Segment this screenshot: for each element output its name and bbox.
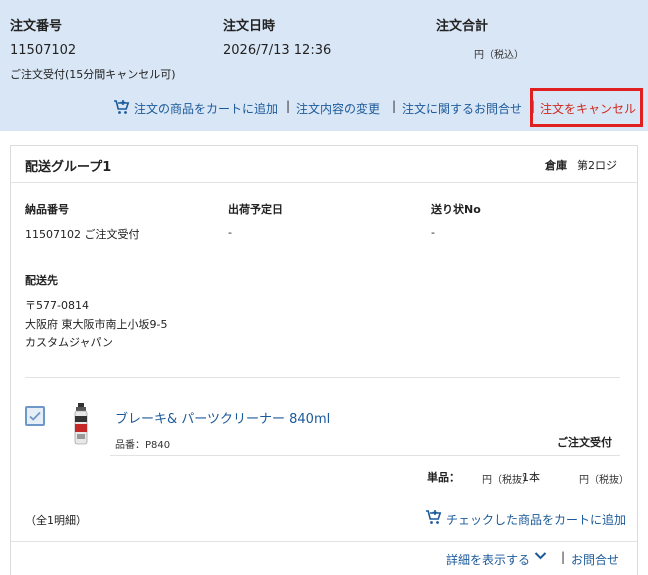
- divider: [11, 182, 637, 183]
- item-status: ご注文受付: [557, 436, 612, 449]
- address: 大阪府 東大阪市南上小坂9-5: [25, 318, 168, 331]
- cancel-order-link[interactable]: 注文をキャンセル: [540, 100, 636, 117]
- delivery-no-value: 11507102 ご注文受付: [25, 228, 140, 241]
- item-inquiry-link[interactable]: お問合せ: [571, 551, 619, 568]
- divider: [25, 377, 620, 378]
- add-checked-to-cart-link[interactable]: チェックした商品をカートに追加: [446, 511, 626, 528]
- divider: [110, 455, 620, 456]
- order-number-label: 注文番号: [10, 19, 63, 34]
- add-order-to-cart-link[interactable]: 注文の商品をカートに追加: [134, 100, 278, 117]
- divider: [11, 541, 637, 542]
- group-title: 配送グループ1: [25, 160, 112, 175]
- cart-plus-icon[interactable]: [425, 509, 442, 525]
- destination-label: 配送先: [25, 274, 58, 287]
- order-number: 11507102: [10, 43, 77, 58]
- postal-code: 〒577-0814: [25, 299, 89, 312]
- show-details-link[interactable]: 詳細を表示する: [446, 551, 530, 568]
- order-status: ご注文受付(15分間キャンセル可): [10, 68, 176, 81]
- separator: |: [286, 99, 291, 113]
- item-count: （全1明細）: [25, 514, 87, 527]
- spray-can-icon[interactable]: [72, 402, 90, 449]
- cart-plus-icon[interactable]: [113, 99, 130, 115]
- order-date-label: 注文日時: [223, 19, 276, 34]
- delivery-no-label: 納品番号: [25, 203, 69, 216]
- ship-date-label: 出荷予定日: [228, 203, 283, 216]
- order-total-value: 円（税込）: [474, 50, 524, 61]
- separator: |: [561, 550, 566, 564]
- warehouse-value: 第2ロジ: [577, 159, 617, 172]
- check-icon: [29, 411, 41, 421]
- recipient: カスタムジャパン: [25, 336, 113, 349]
- separator: |: [392, 99, 397, 113]
- ship-date-value: -: [228, 226, 232, 239]
- change-order-link[interactable]: 注文内容の変更: [296, 100, 380, 117]
- order-inquiry-link[interactable]: 注文に関するお問合せ: [402, 100, 522, 117]
- item-checkbox[interactable]: [25, 406, 45, 426]
- order-header: 注文番号 11507102 ご注文受付(15分間キャンセル可) 注文日時 202…: [0, 0, 648, 131]
- tracking-value: -: [431, 226, 435, 239]
- quantity: 1本: [522, 471, 540, 484]
- order-date: 2026/7/13 12:36: [223, 43, 332, 58]
- unit-price-label: 単品：: [427, 471, 460, 484]
- product-code: 品番：P840: [115, 440, 171, 451]
- tracking-label: 送り状No: [431, 203, 481, 216]
- subtotal: 円（税抜）: [579, 475, 629, 486]
- order-total-label: 注文合計: [436, 19, 489, 34]
- chevron-down-icon[interactable]: [534, 550, 547, 564]
- product-name-link[interactable]: ブレーキ& パーツクリーナー 840ml: [115, 408, 330, 427]
- warehouse-label: 倉庫: [545, 159, 567, 172]
